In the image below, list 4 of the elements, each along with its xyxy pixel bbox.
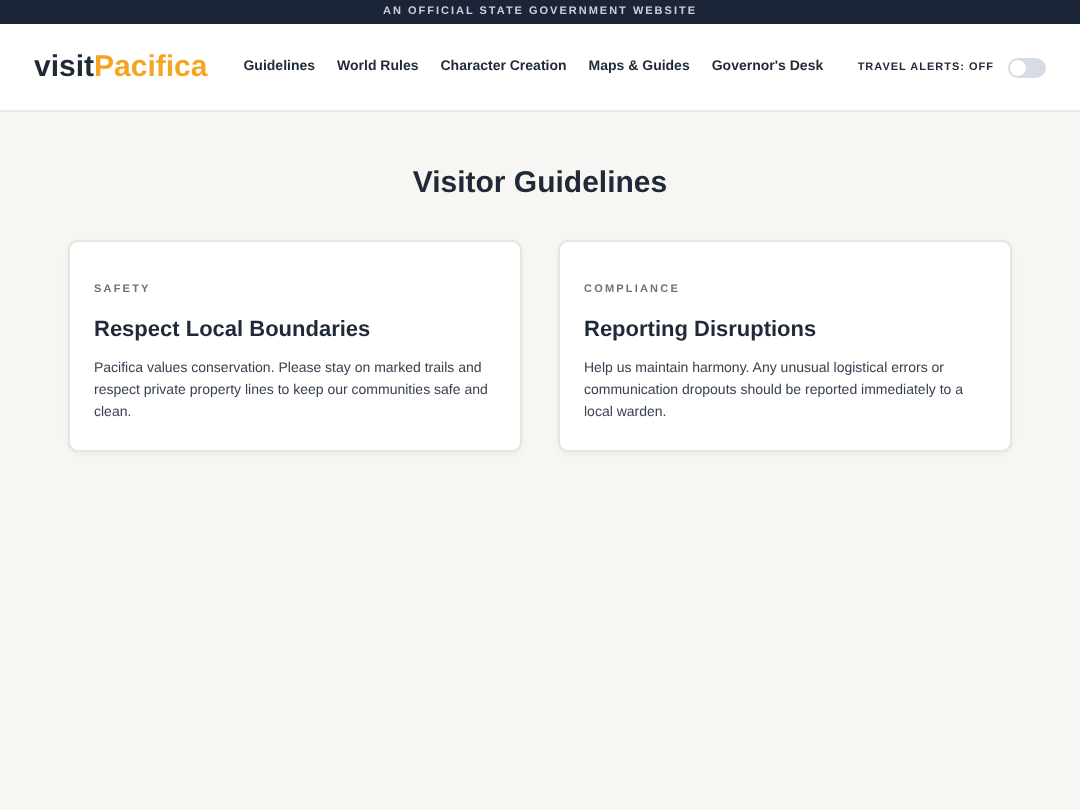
page-heading: Visitor Guidelines [412, 166, 668, 200]
card-title: Respect Local Boundaries [94, 318, 373, 342]
card-title: Reporting Disruptions [584, 318, 819, 342]
site-logo[interactable]: visitPacifica [34, 50, 208, 84]
